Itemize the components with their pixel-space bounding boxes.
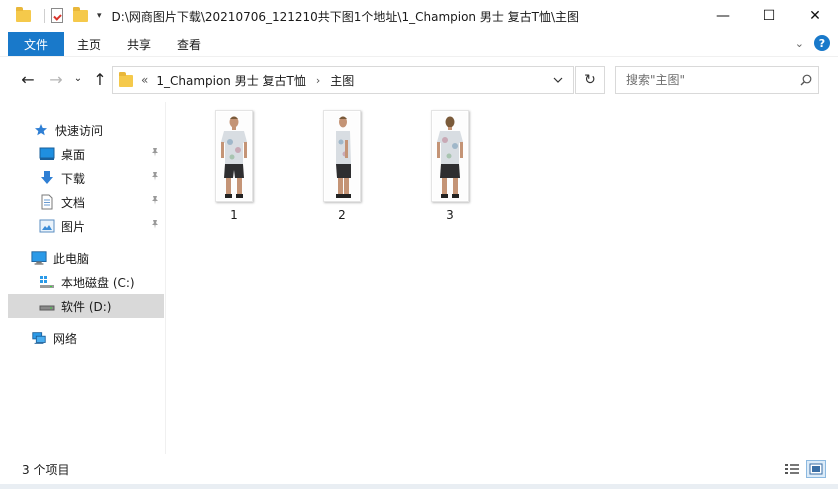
sidebar-item-documents[interactable]: 文档 [8,190,164,214]
breadcrumb-item[interactable]: 1_Champion 男士 复古T恤 [156,72,306,89]
large-icons-view-icon[interactable] [806,460,826,478]
search-input[interactable] [616,73,794,87]
up-button[interactable]: ↑ [90,70,110,89]
quick-access-toolbar: ▾ [0,7,102,24]
sidebar-item-label: 本地磁盘 (C:) [61,275,135,290]
navigation-pane: 快速访问 桌面 下载 文档 图片 此电脑 本地磁盘 (C:) 软件 (D:) 网… [0,102,166,454]
file-name[interactable]: 1 [230,208,238,222]
file-name[interactable]: 3 [446,208,454,222]
star-icon [33,122,49,138]
sidebar-item-label: 此电脑 [53,251,90,266]
view-switcher [782,460,826,478]
file-item[interactable]: 3 [420,110,480,222]
search-box [615,66,819,94]
sidebar-item-label: 图片 [61,219,86,234]
sidebar-item-desktop[interactable]: 桌面 [8,142,164,166]
sidebar-item-network[interactable]: 网络 [8,326,164,350]
chevron-right-icon[interactable]: › [316,74,320,87]
sidebar-item-pictures[interactable]: 图片 [8,214,164,238]
breadcrumb: « 1_Champion 男士 复古T恤 › 主图 [141,72,354,89]
computer-icon [31,250,47,266]
tab-view[interactable]: 查看 [164,32,214,56]
sidebar-item-this-pc[interactable]: 此电脑 [8,246,164,270]
close-button[interactable]: ✕ [792,0,838,32]
file-item[interactable]: 1 [204,110,264,222]
document-icon [39,194,55,210]
ribbon-right-controls: ⌄ ? [795,35,830,51]
status-bar: 3 个项目 [0,454,838,484]
help-icon[interactable]: ? [814,35,830,51]
sidebar-item-label: 下载 [61,171,86,186]
refresh-button[interactable]: ↻ [575,66,605,94]
details-view-icon[interactable] [782,460,802,478]
folder-icon[interactable] [16,7,32,24]
file-list[interactable]: 1 2 3 [167,102,838,454]
pin-icon [150,195,160,208]
pin-icon [150,219,160,232]
folder-icon [119,72,133,87]
recent-locations-icon[interactable]: ⌄ [68,73,88,84]
sidebar-item-label: 文档 [61,195,86,210]
sidebar-item-drive-d[interactable]: 软件 (D:) [8,294,164,318]
file-item[interactable]: 2 [312,110,372,222]
desktop-icon [39,146,55,162]
image-thumbnail-back-icon[interactable] [431,110,469,202]
forward-button[interactable]: → [46,70,66,89]
sidebar-item-label: 桌面 [61,147,86,162]
breadcrumb-overflow-icon[interactable]: « [141,73,148,87]
navigation-bar: ← → ⌄ ↑ « 1_Champion 男士 复古T恤 › 主图 ↻ [0,56,838,102]
minimize-button[interactable]: — [700,0,746,32]
pin-icon [150,147,160,160]
toolbar-separator [44,9,45,23]
chevron-down-icon[interactable] [545,67,571,93]
customize-toolbar-dropdown-icon[interactable]: ▾ [97,11,102,21]
window-title: D:\网商图片下载\20210706_121210共下图1个地址\1_Champ… [111,9,580,24]
sidebar-item-label: 网络 [53,331,78,346]
drive-icon [39,298,55,314]
sidebar-item-drive-c[interactable]: 本地磁盘 (C:) [8,270,164,294]
expand-ribbon-icon[interactable]: ⌄ [795,37,804,50]
new-folder-icon[interactable] [73,7,89,24]
tab-file[interactable]: 文件 [8,32,64,56]
download-icon [39,170,55,186]
image-thumbnail-side-icon[interactable] [323,110,361,202]
properties-icon[interactable] [51,8,67,24]
title-bar: ▾ D:\网商图片下载\20210706_121210共下图1个地址\1_Cha… [0,0,838,32]
pictures-icon [39,218,55,234]
image-thumbnail-front-icon[interactable] [215,110,253,202]
maximize-button[interactable]: ☐ [746,0,792,32]
pin-icon [150,171,160,184]
windows-drive-icon [39,274,55,290]
item-count: 3 个项目 [22,462,70,477]
search-icon[interactable] [794,67,818,93]
file-name[interactable]: 2 [338,208,346,222]
tab-home[interactable]: 主页 [64,32,114,56]
address-bar[interactable]: « 1_Champion 男士 复古T恤 › 主图 [112,66,574,94]
ribbon-tabs: 文件 主页 共享 查看 ⌄ ? [0,32,838,56]
tab-share[interactable]: 共享 [114,32,164,56]
back-button[interactable]: ← [18,70,38,89]
sidebar-item-label: 快速访问 [55,123,104,138]
breadcrumb-item[interactable]: 主图 [330,72,354,89]
sidebar-item-quick-access[interactable]: 快速访问 [8,118,164,142]
sidebar-item-label: 软件 (D:) [61,299,112,314]
window-bottom-border [0,484,838,489]
sidebar-item-downloads[interactable]: 下载 [8,166,164,190]
network-icon [31,330,47,346]
window-controls: — ☐ ✕ [700,0,838,32]
